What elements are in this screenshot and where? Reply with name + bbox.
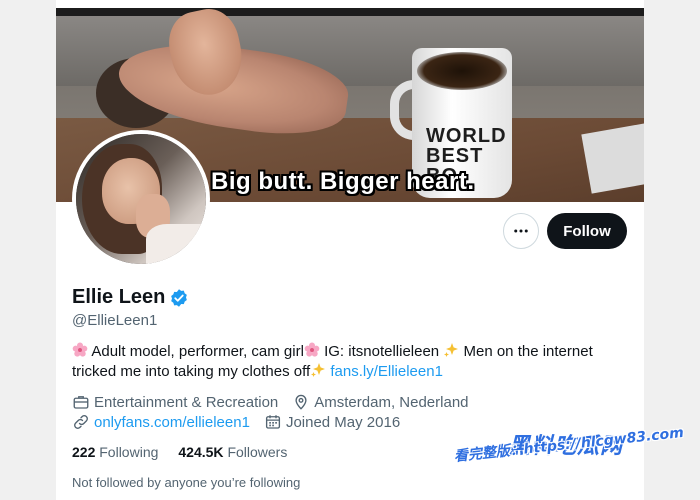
banner-top-strip [56, 8, 644, 16]
followed-by-text: Not followed by anyone you’re following [72, 475, 301, 490]
location-label: Amsterdam, Nederland [314, 393, 469, 411]
bio-text-1: Adult model, performer, cam girl [91, 343, 304, 360]
ellipsis-icon [514, 229, 528, 233]
category-label: Entertainment & Recreation [94, 393, 279, 411]
profile-stats: 222 Following 424.5K Followers [72, 444, 287, 460]
profile-bio: Adult model, performer, cam girl IG: its… [72, 342, 632, 382]
location-pin-icon [295, 394, 307, 410]
cherry-blossom-icon [304, 342, 320, 357]
sparkles-icon [311, 363, 326, 377]
banner-caption: Big butt. Bigger heart. [211, 168, 475, 195]
profile-name-row: Ellie Leen [72, 286, 189, 309]
profile-meta-row-2: onlyfans.com/ellieleen1 Joined May 2016 [72, 413, 400, 431]
profile-page: WORLD BEST BO Big butt. Bigger heart. Fo… [56, 0, 644, 500]
bio-link[interactable]: fans.ly/Ellieleen1 [330, 363, 443, 380]
profile-category: Entertainment & Recreation [72, 393, 278, 411]
cherry-blossom-icon [72, 342, 88, 357]
following-count: 222 [72, 444, 96, 460]
briefcase-icon [73, 396, 89, 409]
profile-handle: @EllieLeen1 [72, 312, 158, 329]
follow-button[interactable]: Follow [547, 213, 627, 249]
banner-paper [581, 122, 644, 194]
verified-badge-icon[interactable] [169, 288, 189, 308]
link-icon [74, 415, 88, 429]
avatar[interactable] [72, 130, 210, 268]
followers-count: 424.5K [178, 444, 224, 460]
more-options-button[interactable] [503, 213, 539, 249]
profile-location: Amsterdam, Nederland [292, 393, 469, 411]
sparkles-icon [444, 343, 459, 357]
website-link[interactable]: onlyfans.com/ellieleen1 [94, 414, 250, 431]
calendar-icon [265, 415, 280, 429]
banner-mug-coffee [417, 52, 507, 90]
followers-label: Followers [227, 444, 288, 460]
bio-text-2: IG: itsnotellieleen [319, 343, 444, 360]
profile-joined: Joined May 2016 [264, 413, 400, 431]
display-name: Ellie Leen [72, 286, 166, 308]
following-label: Following [99, 444, 159, 460]
profile-meta-row-1: Entertainment & Recreation Amsterdam, Ne… [72, 393, 469, 411]
followers-stat[interactable]: 424.5K Followers [178, 444, 287, 460]
profile-website[interactable]: onlyfans.com/ellieleen1 [72, 413, 250, 431]
joined-label: Joined May 2016 [285, 413, 401, 431]
following-stat[interactable]: 222 Following [72, 444, 158, 460]
